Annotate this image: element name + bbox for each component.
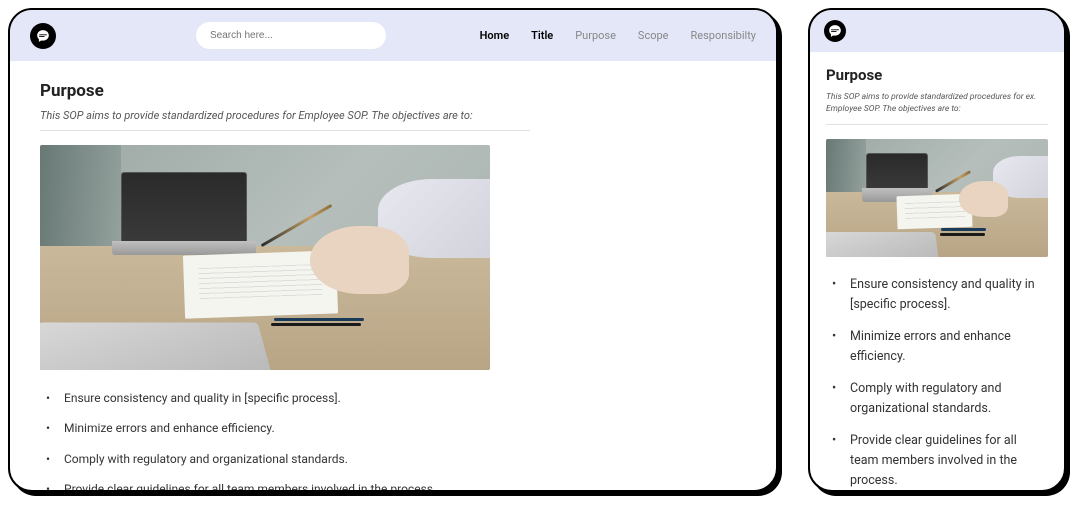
- section-subtitle-mobile: This SOP aims to provide standardized pr…: [826, 92, 1048, 125]
- logo-icon-mobile[interactable]: [824, 20, 846, 42]
- logo-icon[interactable]: [30, 23, 56, 49]
- search-input[interactable]: [196, 22, 386, 49]
- chat-icon: [828, 24, 842, 38]
- nav-purpose[interactable]: Purpose: [575, 29, 616, 42]
- nav-scope[interactable]: Scope: [638, 29, 669, 42]
- header-mobile: [810, 10, 1064, 52]
- desktop-preview: Home Title Purpose Scope Responsibilty P…: [8, 8, 778, 492]
- image-scene: [40, 145, 490, 370]
- content-area: Purpose This SOP aims to provide standar…: [10, 61, 776, 492]
- nav: Home Title Purpose Scope Responsibilty: [480, 29, 756, 42]
- mobile-preview: Purpose This SOP aims to provide standar…: [808, 8, 1066, 492]
- section-title-mobile: Purpose: [826, 66, 1048, 84]
- section-subtitle: This SOP aims to provide standardized pr…: [40, 109, 530, 131]
- bullet-list-mobile: Ensure consistency and quality in [speci…: [826, 275, 1048, 491]
- bullet-list: Ensure consistency and quality in [speci…: [40, 388, 530, 492]
- list-item: Minimize errors and enhance efficiency.: [54, 418, 530, 438]
- section-title: Purpose: [40, 81, 746, 101]
- image-scene-mobile: [826, 139, 1048, 257]
- chat-icon: [36, 29, 50, 43]
- list-item: Comply with regulatory and organizationa…: [54, 449, 530, 469]
- list-item: Provide clear guidelines for all team me…: [54, 479, 530, 492]
- nav-home[interactable]: Home: [480, 29, 510, 42]
- header: Home Title Purpose Scope Responsibilty: [10, 10, 776, 61]
- content-area-mobile: Purpose This SOP aims to provide standar…: [810, 52, 1064, 492]
- list-item: Comply with regulatory and organizationa…: [840, 379, 1048, 419]
- hero-image-mobile: [826, 139, 1048, 257]
- list-item: Minimize errors and enhance efficiency.: [840, 327, 1048, 367]
- list-item: Ensure consistency and quality in [speci…: [840, 275, 1048, 315]
- list-item: Provide clear guidelines for all team me…: [840, 431, 1048, 491]
- nav-title[interactable]: Title: [531, 29, 553, 42]
- hero-image: [40, 145, 490, 370]
- nav-responsibility[interactable]: Responsibilty: [691, 29, 757, 42]
- list-item: Ensure consistency and quality in [speci…: [54, 388, 530, 408]
